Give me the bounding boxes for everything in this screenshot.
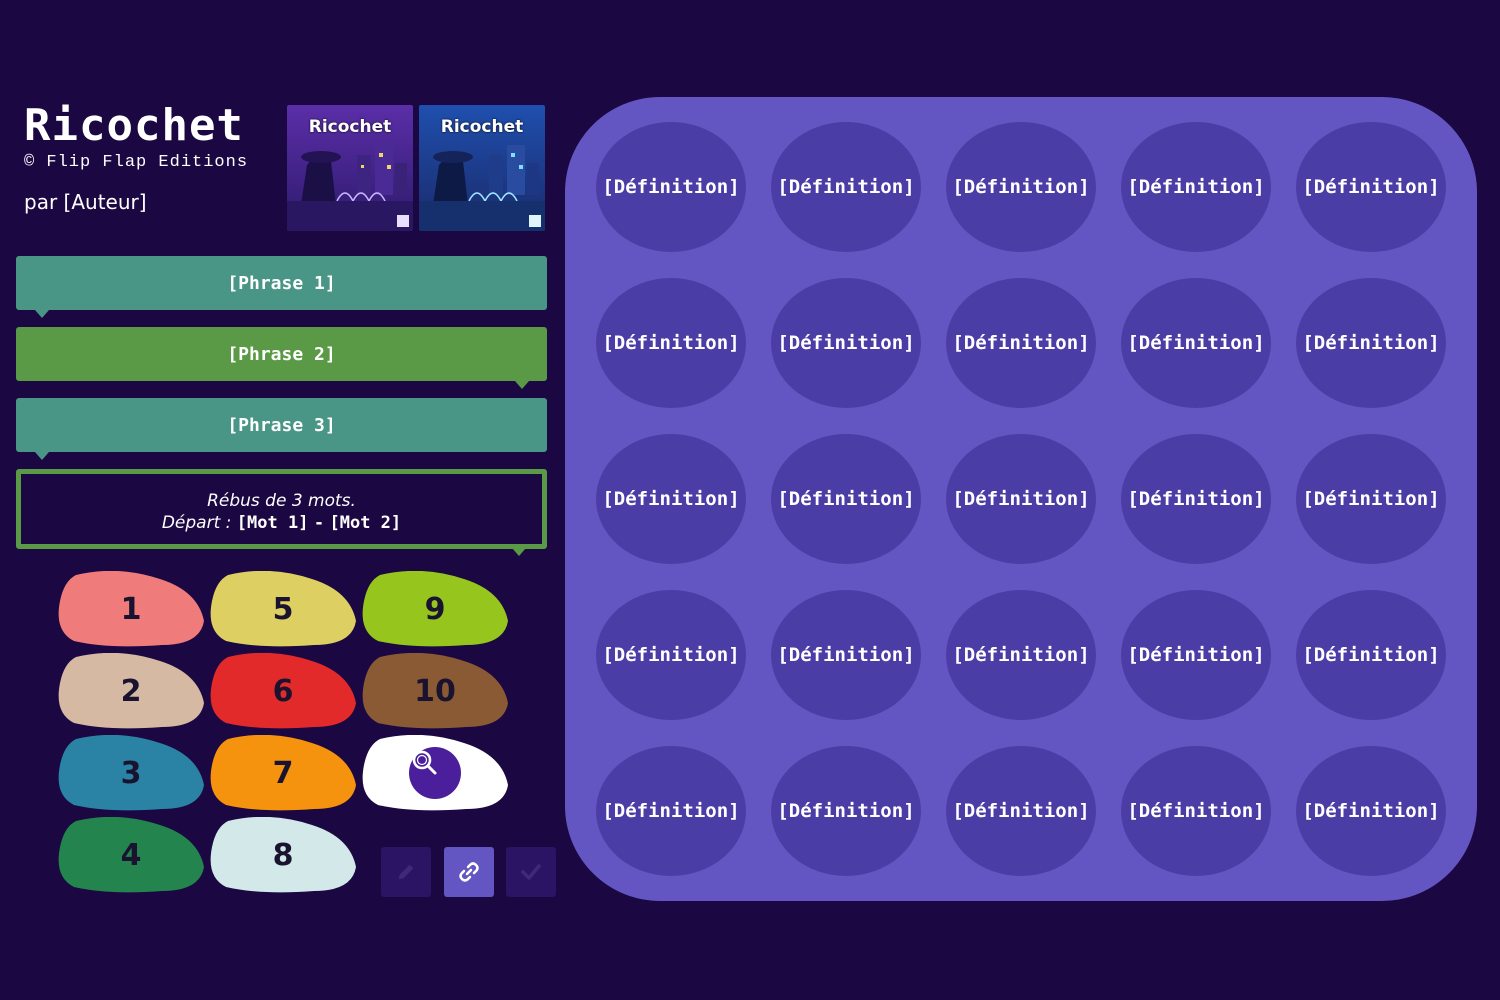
start-word-1: [Mot 1]: [236, 513, 309, 533]
box-cover-image: Ricochet: [287, 105, 413, 231]
definition-cell[interactable]: [Définition]: [1296, 434, 1446, 564]
word-separator: -: [313, 513, 325, 533]
box-cover-image: Ricochet: [419, 105, 545, 231]
definition-cell[interactable]: [Définition]: [771, 122, 921, 252]
link-button[interactable]: [444, 847, 494, 897]
rebus-description: Rébus de 3 mots.: [207, 491, 356, 511]
definition-cell[interactable]: [Définition]: [946, 122, 1096, 252]
definition-cell[interactable]: [Définition]: [1121, 746, 1271, 876]
phrase-1-button[interactable]: [Phrase 1]: [16, 256, 547, 318]
game-header: Ricochet © Flip Flap Editions par [Auteu…: [24, 100, 284, 215]
speech-tail: [35, 452, 49, 460]
color-number-label: 2: [120, 673, 142, 709]
color-9-button[interactable]: 9: [362, 571, 508, 647]
color-number-label: 3: [120, 755, 142, 791]
definition-cell[interactable]: [Définition]: [1121, 590, 1271, 720]
color-7-button[interactable]: 7: [210, 735, 356, 811]
color-number-label: 10: [414, 673, 456, 709]
color-10-button[interactable]: 10: [362, 653, 508, 729]
phrase-2-button[interactable]: [Phrase 2]: [16, 327, 547, 389]
color-2-button[interactable]: 2: [58, 653, 204, 729]
start-word-2: [Mot 2]: [329, 513, 402, 533]
definition-cell[interactable]: [Définition]: [596, 590, 746, 720]
definition-cell[interactable]: [Définition]: [596, 746, 746, 876]
definition-cell[interactable]: [Définition]: [596, 434, 746, 564]
phrase-2-label: [Phrase 2]: [227, 343, 336, 365]
definition-cell[interactable]: [Définition]: [771, 746, 921, 876]
phrase-3-label: [Phrase 3]: [227, 414, 336, 436]
color-number-label: 5: [272, 591, 294, 627]
rebus-hint-box: Rébus de 3 mots. Départ : [Mot 1] - [Mot…: [16, 469, 547, 556]
definition-cell[interactable]: [Définition]: [771, 434, 921, 564]
color-6-button[interactable]: 6: [210, 653, 356, 729]
definition-cell[interactable]: [Définition]: [946, 434, 1096, 564]
check-icon: [521, 864, 541, 880]
copyright-text: © Flip Flap Editions: [24, 153, 249, 172]
edit-button[interactable]: [381, 847, 431, 897]
definition-cell[interactable]: [Définition]: [1296, 122, 1446, 252]
definition-cell[interactable]: [Définition]: [771, 590, 921, 720]
link-icon: [459, 862, 479, 882]
color-number-label: 1: [120, 591, 142, 627]
speech-tail: [515, 381, 529, 389]
color-number-label: 4: [120, 837, 142, 873]
color-8-button[interactable]: 8: [210, 817, 356, 893]
pencil-icon: [398, 864, 414, 880]
depart-label: Départ :: [161, 513, 232, 533]
definition-cell[interactable]: [Définition]: [771, 278, 921, 408]
color-number-label: 7: [272, 755, 294, 791]
search-color-button[interactable]: [362, 735, 508, 811]
box-cover-title: Ricochet: [308, 117, 392, 137]
definition-cell[interactable]: [Définition]: [1296, 278, 1446, 408]
color-number-label: 6: [272, 673, 294, 709]
definition-cell[interactable]: [Définition]: [1121, 434, 1271, 564]
speech-tail: [512, 548, 526, 556]
color-number-label: 9: [424, 591, 446, 627]
box-cover-title: Ricochet: [440, 117, 524, 137]
definition-cell[interactable]: [Définition]: [1296, 590, 1446, 720]
definition-cell[interactable]: [Définition]: [1121, 278, 1271, 408]
definition-cell[interactable]: [Définition]: [946, 746, 1096, 876]
definitions-board: [Définition] [Définition] [Définition] [Déf…: [565, 97, 1477, 901]
definition-cell[interactable]: [Définition]: [1296, 746, 1446, 876]
definition-cell[interactable]: [Définition]: [946, 278, 1096, 408]
definition-cell[interactable]: [Définition]: [946, 590, 1096, 720]
author-text: par [Auteur]: [24, 190, 147, 214]
definition-cell[interactable]: [Définition]: [1121, 122, 1271, 252]
game-title: Ricochet: [24, 100, 244, 151]
color-3-button[interactable]: 3: [58, 735, 204, 811]
definition-cell[interactable]: [Définition]: [596, 278, 746, 408]
validate-button[interactable]: [506, 847, 556, 897]
phrase-1-label: [Phrase 1]: [227, 272, 336, 294]
definition-cell[interactable]: [Définition]: [596, 122, 746, 252]
phrase-3-button[interactable]: [Phrase 3]: [16, 398, 547, 460]
color-number-label: 8: [272, 837, 294, 873]
color-5-button[interactable]: 5: [210, 571, 356, 647]
speech-tail: [35, 310, 49, 318]
magnifier-icon: [409, 747, 461, 799]
color-1-button[interactable]: 1: [58, 571, 204, 647]
color-4-button[interactable]: 4: [58, 817, 204, 893]
